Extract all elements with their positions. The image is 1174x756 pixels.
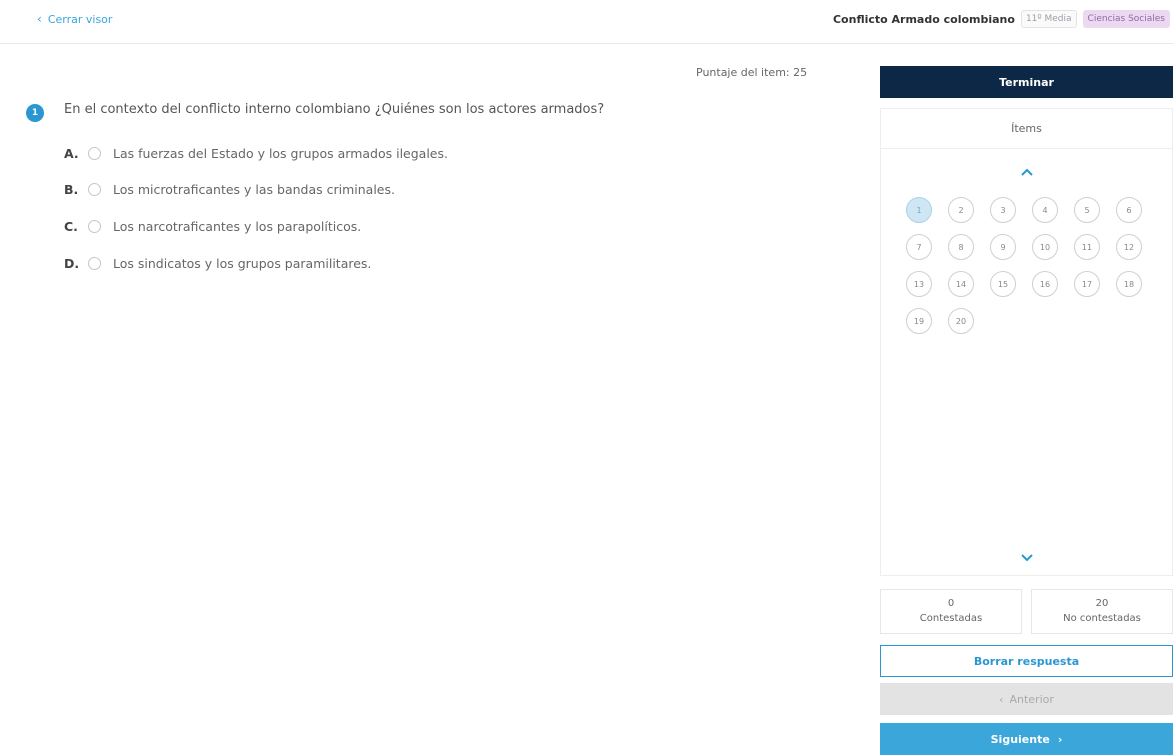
test-title: Conflicto Armado colombiano [832,12,1015,26]
items-title: Ítems [881,109,1172,149]
unanswered-stat: 20 No contestadas [1031,589,1173,634]
level-tag: 11º Media [1020,10,1077,28]
option-letter: B. [64,182,79,197]
unanswered-label: No contestadas [1063,613,1141,624]
clear-answer-button[interactable]: Borrar respuesta [880,645,1173,677]
close-viewer-link[interactable]: ‹ Cerrar visor [37,12,112,26]
option-text: Los microtraficantes y las bandas crimin… [113,182,395,197]
option-letter: A. [64,146,79,161]
close-viewer-label: Cerrar visor [47,12,113,26]
option-a[interactable]: A. Las fuerzas del Estado y los grupos a… [64,146,448,161]
radio-button[interactable] [88,257,101,270]
radio-button[interactable] [88,220,101,233]
item-number-button[interactable]: 14 [948,271,974,297]
item-number-button[interactable]: 16 [1032,271,1058,297]
item-number-button[interactable]: 13 [906,271,932,297]
answered-stat: 0 Contestadas [880,589,1022,634]
item-number-button[interactable]: 19 [906,308,932,334]
item-number-button[interactable]: 6 [1116,197,1142,223]
chevron-left-icon: ‹ [999,692,1004,706]
answered-count: 0 [947,598,955,609]
item-number-button[interactable]: 2 [948,197,974,223]
option-text: Los narcotraficantes y los parapolíticos… [113,219,362,234]
option-text: Las fuerzas del Estado y los grupos arma… [113,146,448,161]
option-d[interactable]: D. Los sindicatos y los grupos paramilit… [64,256,371,271]
scroll-down-button[interactable] [1017,549,1037,567]
radio-button[interactable] [88,183,101,196]
chevron-down-icon [1021,554,1033,562]
item-number-button[interactable]: 17 [1074,271,1100,297]
option-letter: D. [64,256,80,271]
item-number-button[interactable]: 12 [1116,234,1142,260]
finish-button[interactable]: Terminar [880,66,1173,98]
item-number-button[interactable]: 11 [1074,234,1100,260]
option-c[interactable]: C. Los narcotraficantes y los parapolíti… [64,219,361,234]
scroll-up-button[interactable] [1017,163,1037,181]
item-number-button[interactable]: 3 [990,197,1016,223]
item-number-grid: 1 2 3 4 5 6 7 8 9 10 11 12 13 14 15 16 17 18 19 20 [906,197,1142,334]
radio-button[interactable] [88,147,101,160]
previous-label: Anterior [1009,692,1054,706]
item-number-button[interactable]: 4 [1032,197,1058,223]
item-number-button[interactable]: 15 [990,271,1016,297]
item-number-button[interactable]: 18 [1116,271,1142,297]
option-text: Los sindicatos y los grupos paramilitare… [113,256,372,271]
answered-label: Contestadas [919,613,983,624]
previous-button[interactable]: ‹ Anterior [880,683,1173,715]
item-number-button[interactable]: 8 [948,234,974,260]
test-info: Conflicto Armado colombiano 11º Media Ci… [833,10,1170,28]
items-navigator: Ítems 1 2 3 4 5 6 7 8 9 10 11 12 13 14 15 16 17 18 19 20 [880,108,1173,576]
next-label: Siguiente [990,732,1050,746]
option-letter: C. [64,219,78,234]
item-number-button[interactable]: 5 [1074,197,1100,223]
top-bar: ‹ Cerrar visor Conflicto Armado colombia… [0,0,1174,44]
item-number-button[interactable]: 10 [1032,234,1058,260]
subject-tag: Ciencias Sociales [1082,10,1170,28]
item-number-button[interactable]: 1 [906,197,932,223]
question-text: En el contexto del conflicto interno col… [64,102,605,117]
option-b[interactable]: B. Los microtraficantes y las bandas cri… [64,182,395,197]
chevron-up-icon [1021,168,1033,176]
chevron-right-icon: › [1057,732,1063,746]
item-number-button[interactable]: 7 [906,234,932,260]
unanswered-count: 20 [1095,598,1109,609]
question-number-badge: 1 [26,104,44,122]
next-button[interactable]: Siguiente › [880,723,1173,755]
item-number-button[interactable]: 9 [990,234,1016,260]
chevron-left-icon: ‹ [37,12,42,26]
item-score: Puntaje del item: 25 [696,66,808,79]
item-number-button[interactable]: 20 [948,308,974,334]
